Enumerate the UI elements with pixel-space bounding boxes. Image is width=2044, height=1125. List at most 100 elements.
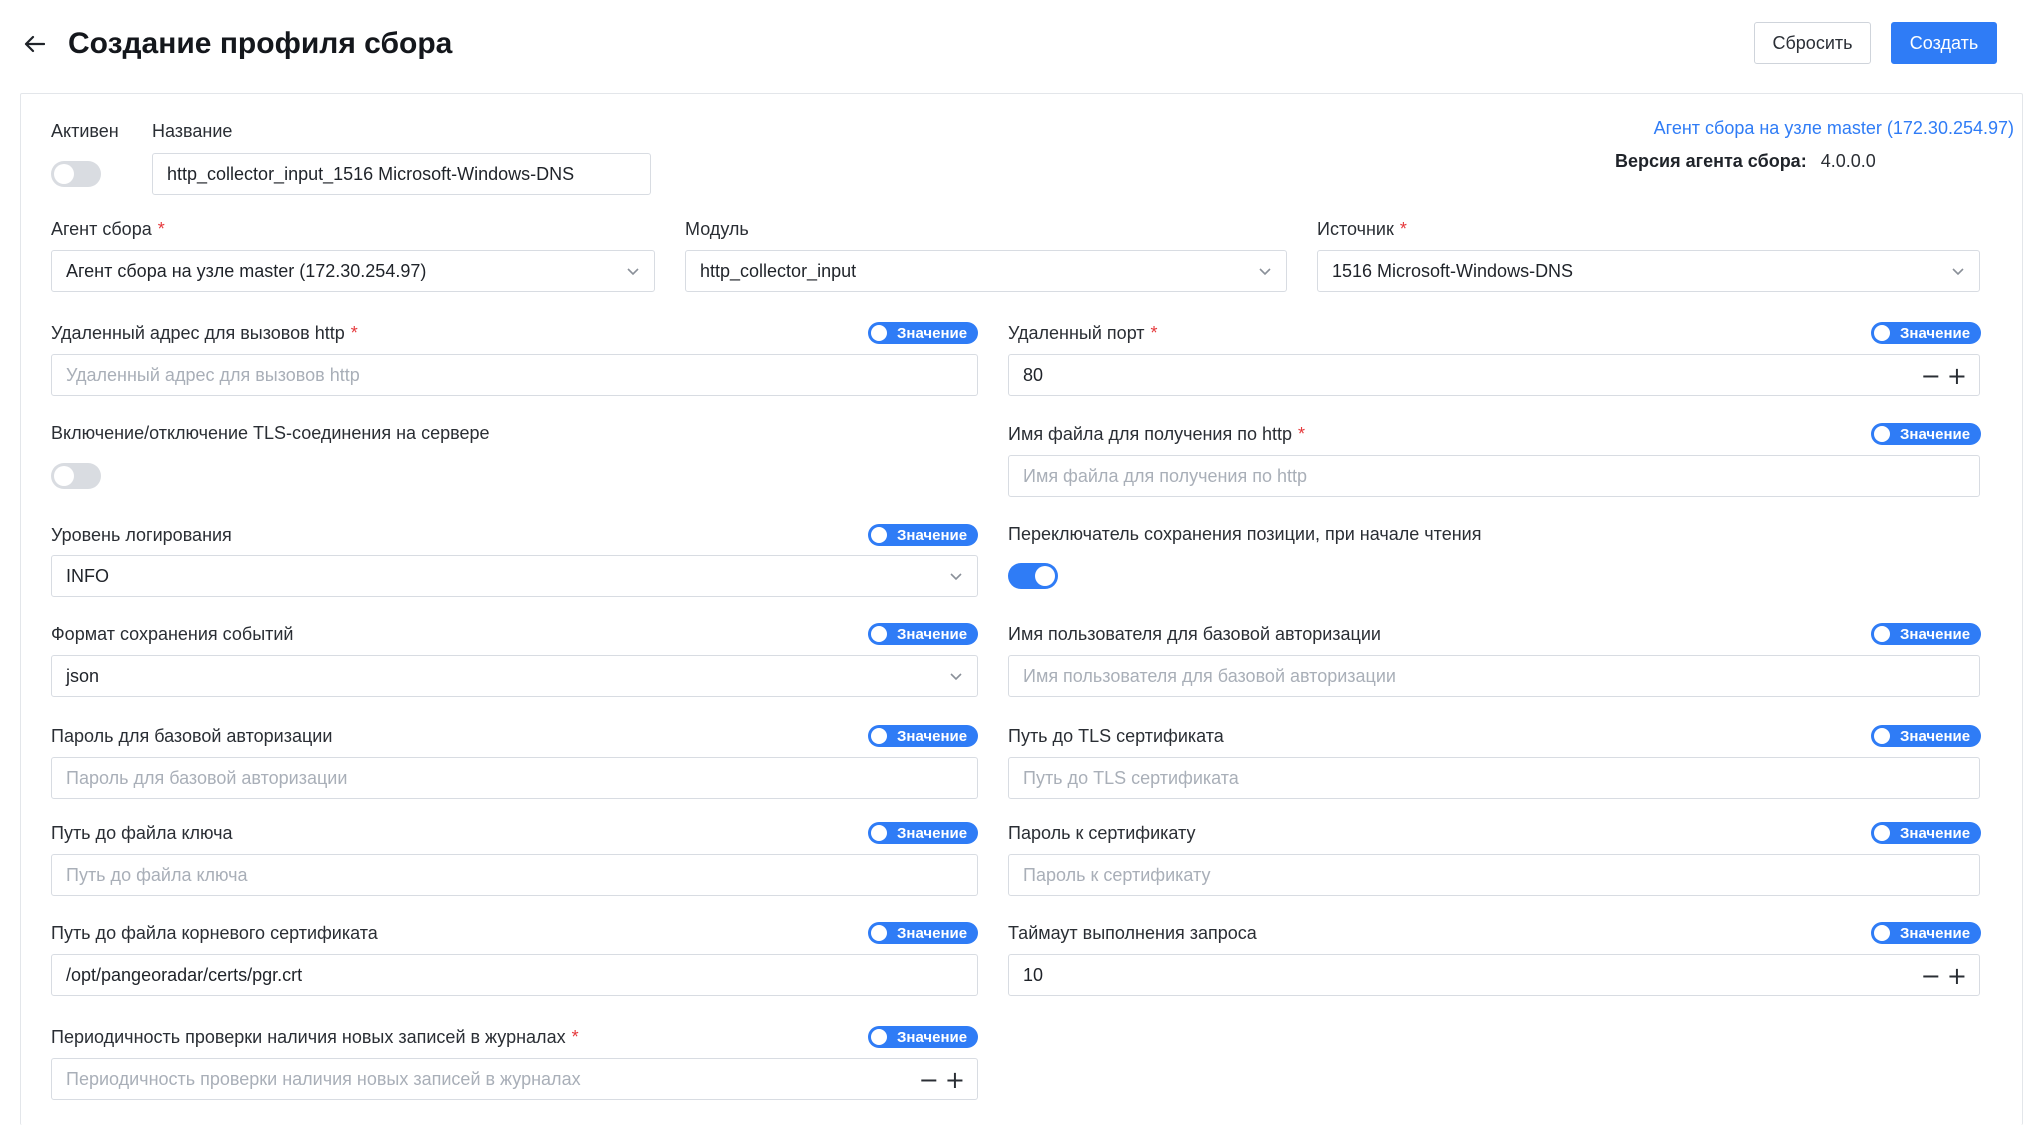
reset-button[interactable]: Сбросить [1754,22,1871,64]
active-label: Активен [51,121,119,141]
value-toggle[interactable]: Значение [868,623,978,645]
plus-icon[interactable]: + [1947,963,1967,989]
cert-password-placeholder: Пароль к сертификату [1023,864,1211,885]
source-select-label: Источник * [1317,216,1407,242]
value-toggle[interactable]: Значение [868,822,978,844]
name-input[interactable]: http_collector_input_1516 Microsoft-Wind… [152,153,651,195]
value-toggle[interactable]: Значение [1871,725,1981,747]
remote-port-label: Удаленный порт * [1008,320,1158,346]
file-name-input[interactable]: Имя файла для получения по http [1008,455,1980,497]
toggle-knob [871,728,887,744]
value-toggle[interactable]: Значение [868,725,978,747]
request-timeout-label: Таймаут выполнения запроса [1008,923,1257,943]
log-level-label: Уровень логирования [51,525,232,545]
minus-icon[interactable]: − [1921,963,1941,989]
source-select[interactable]: 1516 Microsoft-Windows-DNS [1317,250,1980,292]
value-toggle-label: Значение [897,625,968,643]
value-toggle-label: Значение [897,526,968,544]
file-name-label: Имя файла для получения по http * [1008,421,1305,447]
period-stepper: − + [919,1067,965,1093]
minus-icon[interactable]: − [1921,363,1941,389]
agent-select[interactable]: Агент сбора на узле master (172.30.254.9… [51,250,655,292]
save-position-toggle[interactable] [1008,563,1058,589]
remote-address-input[interactable]: Удаленный адрес для вызовов http [51,354,978,396]
page-title: Создание профиля сбора [68,27,453,60]
check-period-label-text: Периодичность проверки наличия новых зап… [51,1027,566,1047]
agent-select-label: Агент сбора * [51,216,165,242]
save-position-label: Переключатель сохранения позиции, при на… [1008,524,1482,544]
remote-port-input[interactable]: 80 − + [1008,354,1980,396]
required-mark: * [350,323,358,343]
required-mark: * [571,1027,579,1047]
toggle-knob [871,527,887,543]
remote-port-label-text: Удаленный порт [1008,323,1145,343]
toggle-knob [1874,325,1890,341]
value-toggle[interactable]: Значение [868,922,978,944]
tls-cert-path-placeholder: Путь до TLS сертификата [1023,767,1239,788]
toggle-knob [871,1029,887,1045]
plus-icon[interactable]: + [945,1067,965,1093]
file-name-label-text: Имя файла для получения по http [1008,424,1292,444]
event-format-select[interactable]: json [51,655,978,697]
module-select[interactable]: http_collector_input [685,250,1287,292]
value-toggle[interactable]: Значение [1871,922,1981,944]
module-select-label: Модуль [685,219,749,239]
agent-link[interactable]: Агент сбора на узле master (172.30.254.9… [1654,118,2014,139]
value-toggle[interactable]: Значение [868,524,978,546]
toggle-knob [1874,426,1890,442]
chevron-down-icon [627,268,639,276]
value-toggle[interactable]: Значение [1871,423,1981,445]
value-toggle[interactable]: Значение [1871,322,1981,344]
check-period-placeholder: Периодичность проверки наличия новых зап… [66,1068,581,1089]
remote-address-label: Удаленный адрес для вызовов http * [51,320,358,346]
log-level-select[interactable]: INFO [51,555,978,597]
source-select-value: 1516 Microsoft-Windows-DNS [1332,260,1574,281]
cert-password-input[interactable]: Пароль к сертификату [1008,854,1980,896]
value-toggle-label: Значение [1900,824,1971,842]
remote-address-label-text: Удаленный адрес для вызовов http [51,323,345,343]
chevron-down-icon [950,673,962,681]
agent-version: Версия агента сбора: 4.0.0.0 [1615,151,1876,172]
auth-user-label: Имя пользователя для базовой авторизации [1008,624,1381,644]
key-path-input[interactable]: Путь до файла ключа [51,854,978,896]
agent-select-value: Агент сбора на узле master (172.30.254.9… [66,260,427,281]
chevron-down-icon [950,573,962,581]
auth-user-input[interactable]: Имя пользователя для базовой авторизации [1008,655,1980,697]
chevron-down-icon [1952,268,1964,276]
auth-user-placeholder: Имя пользователя для базовой авторизации [1023,665,1396,686]
auth-password-input[interactable]: Пароль для базовой авторизации [51,757,978,799]
required-mark: * [1399,219,1407,239]
remote-address-placeholder: Удаленный адрес для вызовов http [66,364,360,385]
value-toggle-label: Значение [1900,625,1971,643]
agent-select-label-text: Агент сбора [51,219,152,239]
file-name-placeholder: Имя файла для получения по http [1023,465,1307,486]
active-toggle[interactable] [51,161,101,187]
value-toggle[interactable]: Значение [868,1026,978,1048]
create-button[interactable]: Создать [1891,22,1997,64]
page-header: Создание профиля сбора Сбросить Создать [0,0,2044,90]
back-arrow-icon[interactable] [18,24,50,64]
module-select-value: http_collector_input [700,260,857,281]
value-toggle[interactable]: Значение [868,322,978,344]
agent-version-value: 4.0.0.0 [1820,151,1876,171]
value-toggle-label: Значение [897,924,968,942]
request-timeout-input[interactable]: 10 − + [1008,954,1980,996]
plus-icon[interactable]: + [1947,363,1967,389]
toggle-knob [1874,825,1890,841]
value-toggle[interactable]: Значение [1871,822,1981,844]
auth-password-placeholder: Пароль для базовой авторизации [66,767,348,788]
required-mark: * [1150,323,1158,343]
check-period-input[interactable]: Периодичность проверки наличия новых зап… [51,1058,978,1100]
cert-password-label: Пароль к сертификату [1008,823,1196,843]
name-input-value: http_collector_input_1516 Microsoft-Wind… [167,163,575,184]
required-mark: * [1297,424,1305,444]
minus-icon[interactable]: − [919,1067,939,1093]
root-cert-path-label: Путь до файла корневого сертификата [51,923,378,943]
chevron-down-icon [1259,268,1271,276]
tls-cert-path-input[interactable]: Путь до TLS сертификата [1008,757,1980,799]
toggle-knob [871,325,887,341]
root-cert-path-input[interactable]: /opt/pangeoradar/certs/pgr.crt [51,954,978,996]
value-toggle[interactable]: Значение [1871,623,1981,645]
tls-toggle[interactable] [51,463,101,489]
value-toggle-label: Значение [897,824,968,842]
